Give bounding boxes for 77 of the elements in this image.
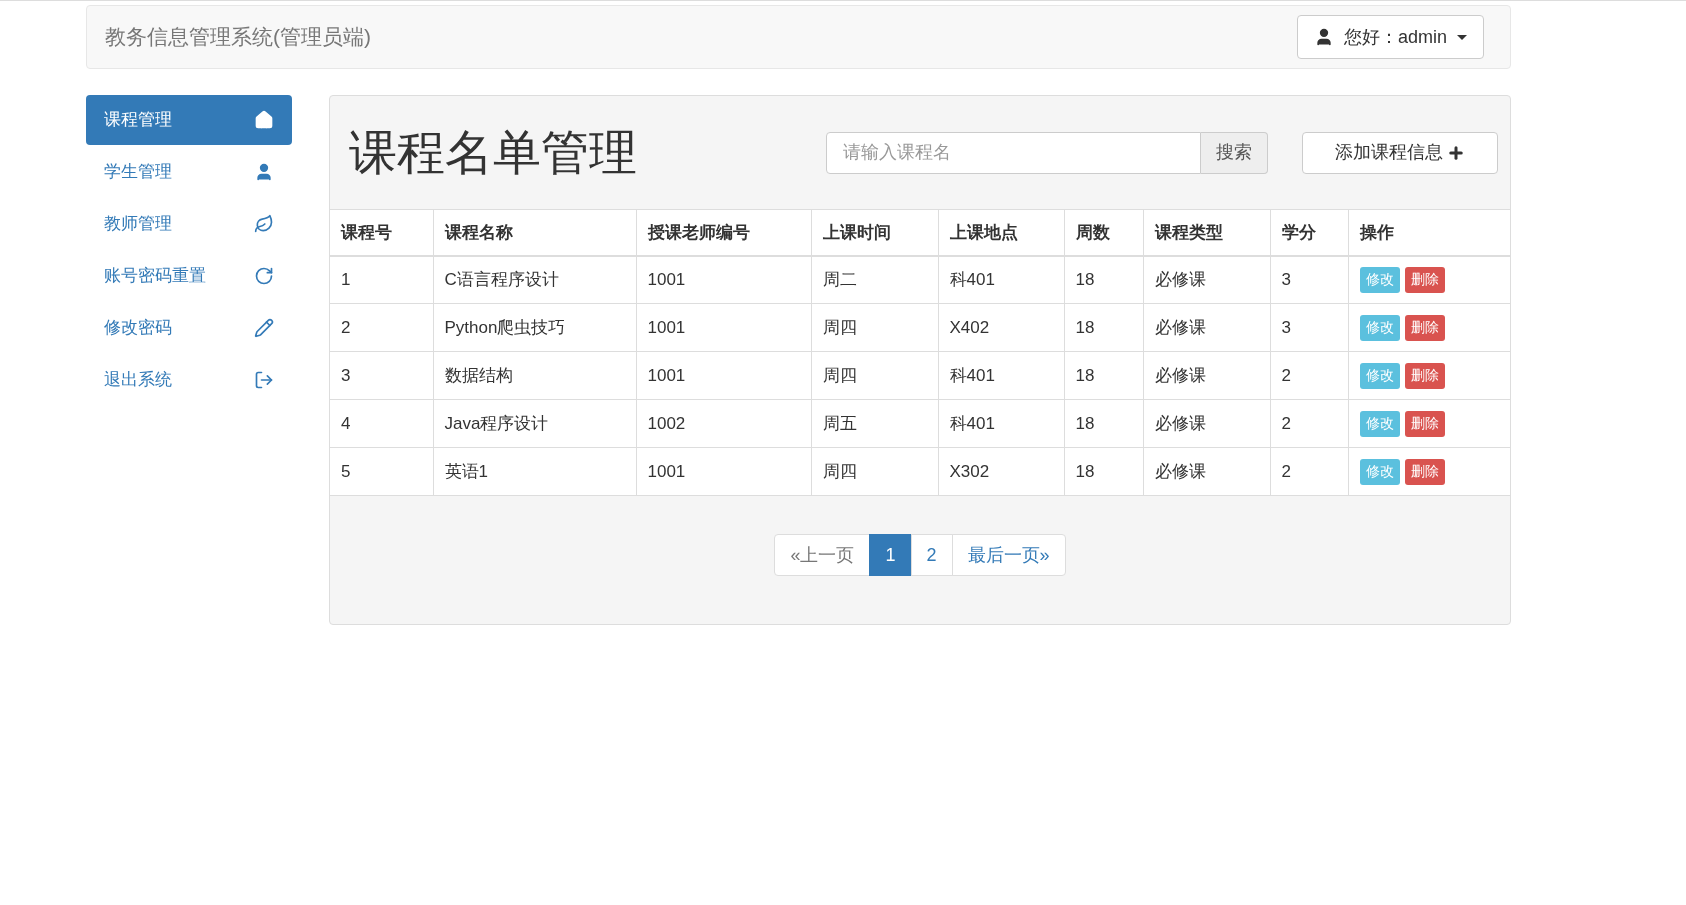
leaf-icon xyxy=(254,214,274,234)
app-title: 教务信息管理系统(管理员端) xyxy=(105,24,371,51)
table-cell: 2 xyxy=(1270,447,1348,496)
plus-icon xyxy=(1447,143,1465,162)
user-menu-button[interactable]: 您好：admin xyxy=(1296,15,1484,59)
delete-button[interactable]: 删除 xyxy=(1404,266,1445,293)
table-cell: X402 xyxy=(938,303,1064,352)
table-cell: 科401 xyxy=(938,351,1064,400)
table-cell: 3 xyxy=(1270,255,1348,304)
table-cell: 4 xyxy=(330,399,433,448)
column-header: 上课时间 xyxy=(811,209,938,256)
logout-icon xyxy=(254,370,274,390)
page-title: 课程名单管理 xyxy=(349,124,638,181)
pencil-icon xyxy=(254,318,274,338)
column-header: 课程名称 xyxy=(433,209,636,256)
table-cell: 3 xyxy=(1270,303,1348,352)
table-cell: 1001 xyxy=(636,447,811,496)
page-link[interactable]: 2 xyxy=(910,534,953,576)
table-cell: 1 xyxy=(330,255,433,304)
table-cell: 周五 xyxy=(811,399,938,448)
table-cell: 2 xyxy=(1270,399,1348,448)
table-cell: X302 xyxy=(938,447,1064,496)
sidebar-item[interactable]: 课程管理 xyxy=(86,95,292,145)
sidebar-item[interactable]: 教师管理 xyxy=(86,199,292,249)
column-header: 课程号 xyxy=(330,209,433,256)
column-header: 学分 xyxy=(1270,209,1348,256)
column-header: 上课地点 xyxy=(938,209,1064,256)
table-cell: 2 xyxy=(330,303,433,352)
table-cell: 1001 xyxy=(636,255,811,304)
sidebar-item[interactable]: 账号密码重置 xyxy=(86,251,292,301)
table-cell: 18 xyxy=(1064,351,1143,400)
delete-button[interactable]: 删除 xyxy=(1404,314,1445,341)
table-cell: Java程序设计 xyxy=(433,399,636,448)
table-cell: 英语1 xyxy=(433,447,636,496)
sidebar-item[interactable]: 退出系统 xyxy=(86,355,292,405)
table-cell: 18 xyxy=(1064,303,1143,352)
sidebar-item[interactable]: 学生管理 xyxy=(86,147,292,197)
table-cell: Python爬虫技巧 xyxy=(433,303,636,352)
table-cell: 必修课 xyxy=(1143,399,1270,448)
table-cell: 18 xyxy=(1064,399,1143,448)
page-link[interactable]: 1 xyxy=(869,534,912,576)
search-button[interactable]: 搜索 xyxy=(1201,131,1268,174)
column-header: 操作 xyxy=(1348,209,1510,256)
table-cell: 周四 xyxy=(811,303,938,352)
column-header: 周数 xyxy=(1064,209,1143,256)
delete-button[interactable]: 删除 xyxy=(1404,458,1445,485)
column-header: 授课老师编号 xyxy=(636,209,811,256)
table-cell: 必修课 xyxy=(1143,255,1270,304)
table-cell: 科401 xyxy=(938,399,1064,448)
table-cell: 1002 xyxy=(636,399,811,448)
home-icon xyxy=(254,110,274,130)
page-link[interactable]: 最后一页» xyxy=(951,534,1066,576)
sidebar-item[interactable]: 修改密码 xyxy=(86,303,292,353)
table-cell: 18 xyxy=(1064,255,1143,304)
delete-button[interactable]: 删除 xyxy=(1404,410,1445,437)
search-field[interactable]: 请输入课程名 xyxy=(826,131,1201,174)
table-cell: C语言程序设计 xyxy=(433,255,636,304)
caret-icon xyxy=(1457,34,1467,40)
table-cell: 数据结构 xyxy=(433,351,636,400)
table-cell: 周四 xyxy=(811,447,938,496)
table-cell: 3 xyxy=(330,351,433,400)
delete-button[interactable]: 删除 xyxy=(1404,362,1445,389)
table-cell: 1001 xyxy=(636,351,811,400)
table-cell: 必修课 xyxy=(1143,303,1270,352)
table-cell: 18 xyxy=(1064,447,1143,496)
table-cell: 必修课 xyxy=(1143,447,1270,496)
add-course-button[interactable]: 添加课程信息 xyxy=(1302,131,1498,174)
table-cell: 必修课 xyxy=(1143,351,1270,400)
table-cell: 科401 xyxy=(938,255,1064,304)
table-cell: 周二 xyxy=(811,255,938,304)
user-icon xyxy=(254,162,274,182)
table-cell: 2 xyxy=(1270,351,1348,400)
column-header: 课程类型 xyxy=(1143,209,1270,256)
refresh-icon xyxy=(254,266,274,286)
table-cell: 1001 xyxy=(636,303,811,352)
table-cell: 5 xyxy=(330,447,433,496)
table-cell: 周四 xyxy=(811,351,938,400)
